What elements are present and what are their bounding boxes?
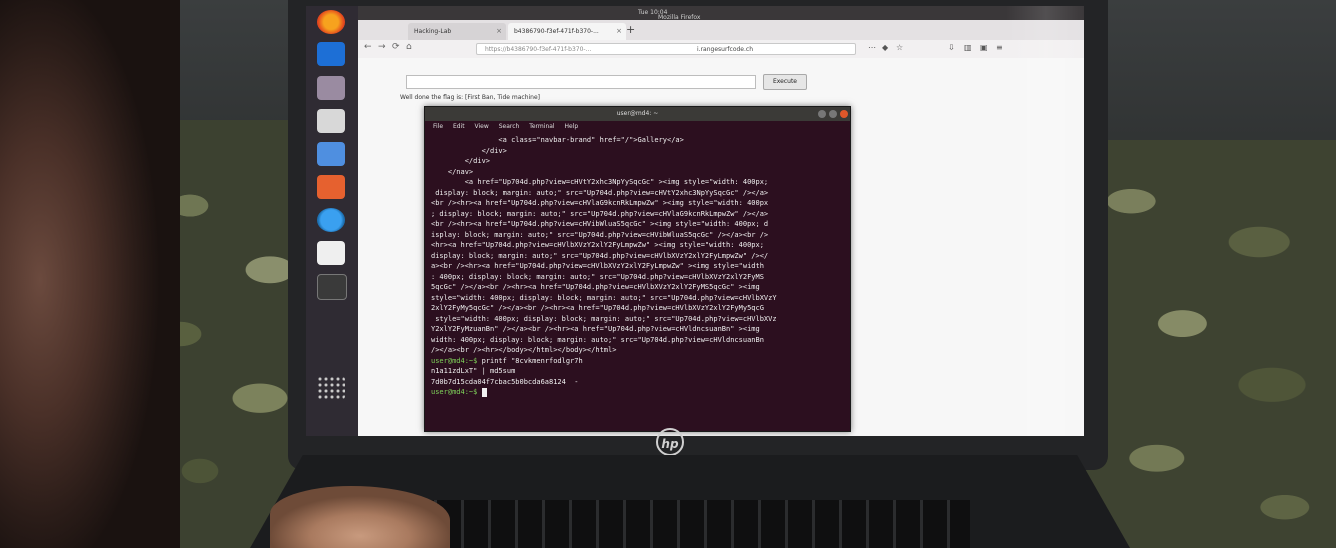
- terminal-line: width: 400px; display: block; margin: au…: [431, 335, 764, 344]
- maximize-icon[interactable]: [829, 110, 837, 118]
- terminal-line: Y2xlY2FyMzuanBn" /></a><br /><hr><a href…: [431, 325, 760, 333]
- command-text: printf "8cvkmenrfodlgr7h: [477, 356, 583, 365]
- app-icon-2[interactable]: [317, 109, 345, 133]
- menu-dots-icon[interactable]: ⋯: [868, 43, 876, 52]
- menu-file[interactable]: File: [433, 123, 443, 130]
- tab-hacking-lab[interactable]: Hacking-Lab ×: [408, 23, 506, 40]
- show-apps-icon[interactable]: [317, 376, 345, 400]
- amazon-icon[interactable]: [317, 241, 345, 265]
- tab-active[interactable]: b4386790-f3ef-471f-b370-... ×: [508, 23, 626, 40]
- keyboard: [410, 500, 970, 548]
- terminal-line: ; display: block; margin: auto;" src="Up…: [431, 209, 769, 218]
- terminal-icon[interactable]: [317, 274, 347, 300]
- laptop-screen: Tue 10:04 Mozilla Firefox Hacking-Lab × …: [306, 6, 1084, 436]
- terminal-line: /></a><br /><hr></body></html></body></h…: [431, 346, 617, 354]
- menu-view[interactable]: View: [475, 123, 489, 130]
- downloads-icon[interactable]: ⇩: [948, 43, 955, 52]
- terminal-line: display: block; margin: auto;" src="Up70…: [431, 188, 769, 197]
- terminal-line: 2xlY2FyMy5qcGc" /></a><br /><hr><a href=…: [431, 304, 764, 312]
- tab-label: Hacking-Lab: [414, 28, 452, 35]
- url-domain: i.rangesurfcode.ch: [697, 46, 754, 53]
- terminal-lines: <a class="navbar-brand" href="/">Gallery…: [431, 135, 844, 356]
- terminal-line: <a href="Up704d.php?view=cHVtY2xhc3NpYyS…: [431, 178, 769, 186]
- command-input[interactable]: [406, 75, 756, 89]
- menu-search[interactable]: Search: [499, 123, 520, 130]
- browser-navbar: ← → ⟳ ⌂ https://b4386790-f3ef-471f-b370-…: [358, 40, 1084, 58]
- prompt-line: user@md4:~$ printf "8cvkmenrfodlgr7h: [431, 356, 844, 367]
- menu-terminal[interactable]: Terminal: [529, 123, 554, 130]
- terminal-menu-bar: File Edit View Search Terminal Help: [425, 121, 850, 133]
- reload-icon[interactable]: ⟳: [392, 42, 400, 52]
- terminal-line: 5qcGc" /></a><br /><hr><a href="Up704d.p…: [431, 283, 760, 291]
- terminal-line: style="width: 400px; display: block; mar…: [431, 314, 777, 323]
- hamburger-menu-icon[interactable]: ≡: [996, 43, 1003, 52]
- prompt: user@md4:~$: [431, 356, 478, 365]
- person-head-blurred: [0, 0, 180, 548]
- close-icon[interactable]: ×: [616, 23, 622, 40]
- forward-icon[interactable]: →: [378, 42, 386, 52]
- sidebar-icon[interactable]: ▣: [980, 43, 988, 52]
- top-bar: Tue 10:04 Mozilla Firefox: [358, 6, 1084, 21]
- terminal-title: user@md4: ~: [616, 110, 659, 117]
- library-icon[interactable]: ▥: [964, 43, 972, 52]
- pocket-icon[interactable]: ◆: [882, 43, 888, 52]
- software-center-icon[interactable]: [317, 175, 345, 199]
- close-icon[interactable]: [840, 110, 848, 118]
- back-icon[interactable]: ←: [364, 42, 372, 52]
- md5-output: 7d0b7d15cda04f7cbac5b0bcda6a8124 -: [431, 377, 579, 386]
- terminal-line: style="width: 400px; display: block; mar…: [431, 293, 777, 302]
- url-text: https://b4386790-f3ef-471f-b370-...: [485, 46, 592, 53]
- menu-help[interactable]: Help: [565, 123, 579, 130]
- terminal-line: <br /><hr><a href="Up704d.php?view=cHVla…: [431, 199, 769, 207]
- minimize-icon[interactable]: [818, 110, 826, 118]
- prompt-line-continuation: n1a11zdLxT" | md5sum: [431, 367, 516, 375]
- terminal-output: <a class="navbar-brand" href="/">Gallery…: [431, 135, 844, 425]
- camouflage-net-right: [1080, 140, 1336, 548]
- browser-tab-strip: Hacking-Lab × b4386790-f3ef-471f-b370-..…: [358, 20, 1084, 40]
- document-icon[interactable]: [317, 142, 345, 166]
- prompt: user@md4:~$: [431, 388, 478, 396]
- terminal-window[interactable]: user@md4: ~ File Edit View Search Termin…: [424, 106, 851, 432]
- execute-button[interactable]: Execute: [763, 74, 807, 90]
- photo-scene: Tue 10:04 Mozilla Firefox Hacking-Lab × …: [0, 0, 1336, 548]
- terminal-line: : 400px; display: block; margin: auto;" …: [431, 272, 764, 281]
- terminal-line: </div>: [431, 146, 507, 155]
- hp-logo: hp: [656, 428, 684, 456]
- firefox-icon[interactable]: [317, 10, 345, 34]
- final-prompt-line: user@md4:~$: [431, 387, 844, 398]
- tab-label: b4386790-f3ef-471f-b370-...: [514, 28, 599, 35]
- flag-message: Well done the flag is: [First Ban, Tide …: [400, 94, 541, 101]
- terminal-line: <a class="navbar-brand" href="/">Gallery…: [431, 136, 684, 144]
- terminal-line: <hr><a href="Up704d.php?view=cHVlbXVzY2x…: [431, 241, 764, 249]
- terminal-line: </div>: [431, 157, 491, 165]
- ubuntu-launcher: [306, 6, 358, 436]
- star-icon[interactable]: ☆: [896, 43, 903, 52]
- app-icon[interactable]: [317, 76, 345, 100]
- text-cursor: [481, 387, 487, 397]
- help-icon[interactable]: [317, 208, 345, 232]
- terminal-line: isplay: block; margin: auto;" src="Up704…: [431, 230, 769, 239]
- terminal-line: display: block; margin: auto;" src="Up70…: [431, 251, 769, 260]
- close-icon[interactable]: ×: [496, 23, 502, 40]
- terminal-line: <br /><hr><a href="Up704d.php?view=cHVib…: [431, 220, 769, 228]
- screen-glare: [1006, 6, 1084, 436]
- files-icon[interactable]: [317, 42, 345, 66]
- menu-edit[interactable]: Edit: [453, 123, 465, 130]
- new-tab-button[interactable]: +: [626, 23, 635, 36]
- home-icon[interactable]: ⌂: [406, 42, 412, 52]
- terminal-title-bar: user@md4: ~: [425, 107, 850, 121]
- terminal-line: a><br /><hr><a href="Up704d.php?view=cHV…: [431, 262, 764, 270]
- url-bar[interactable]: https://b4386790-f3ef-471f-b370-... i.ra…: [476, 43, 856, 55]
- terminal-line: </nav>: [431, 167, 474, 176]
